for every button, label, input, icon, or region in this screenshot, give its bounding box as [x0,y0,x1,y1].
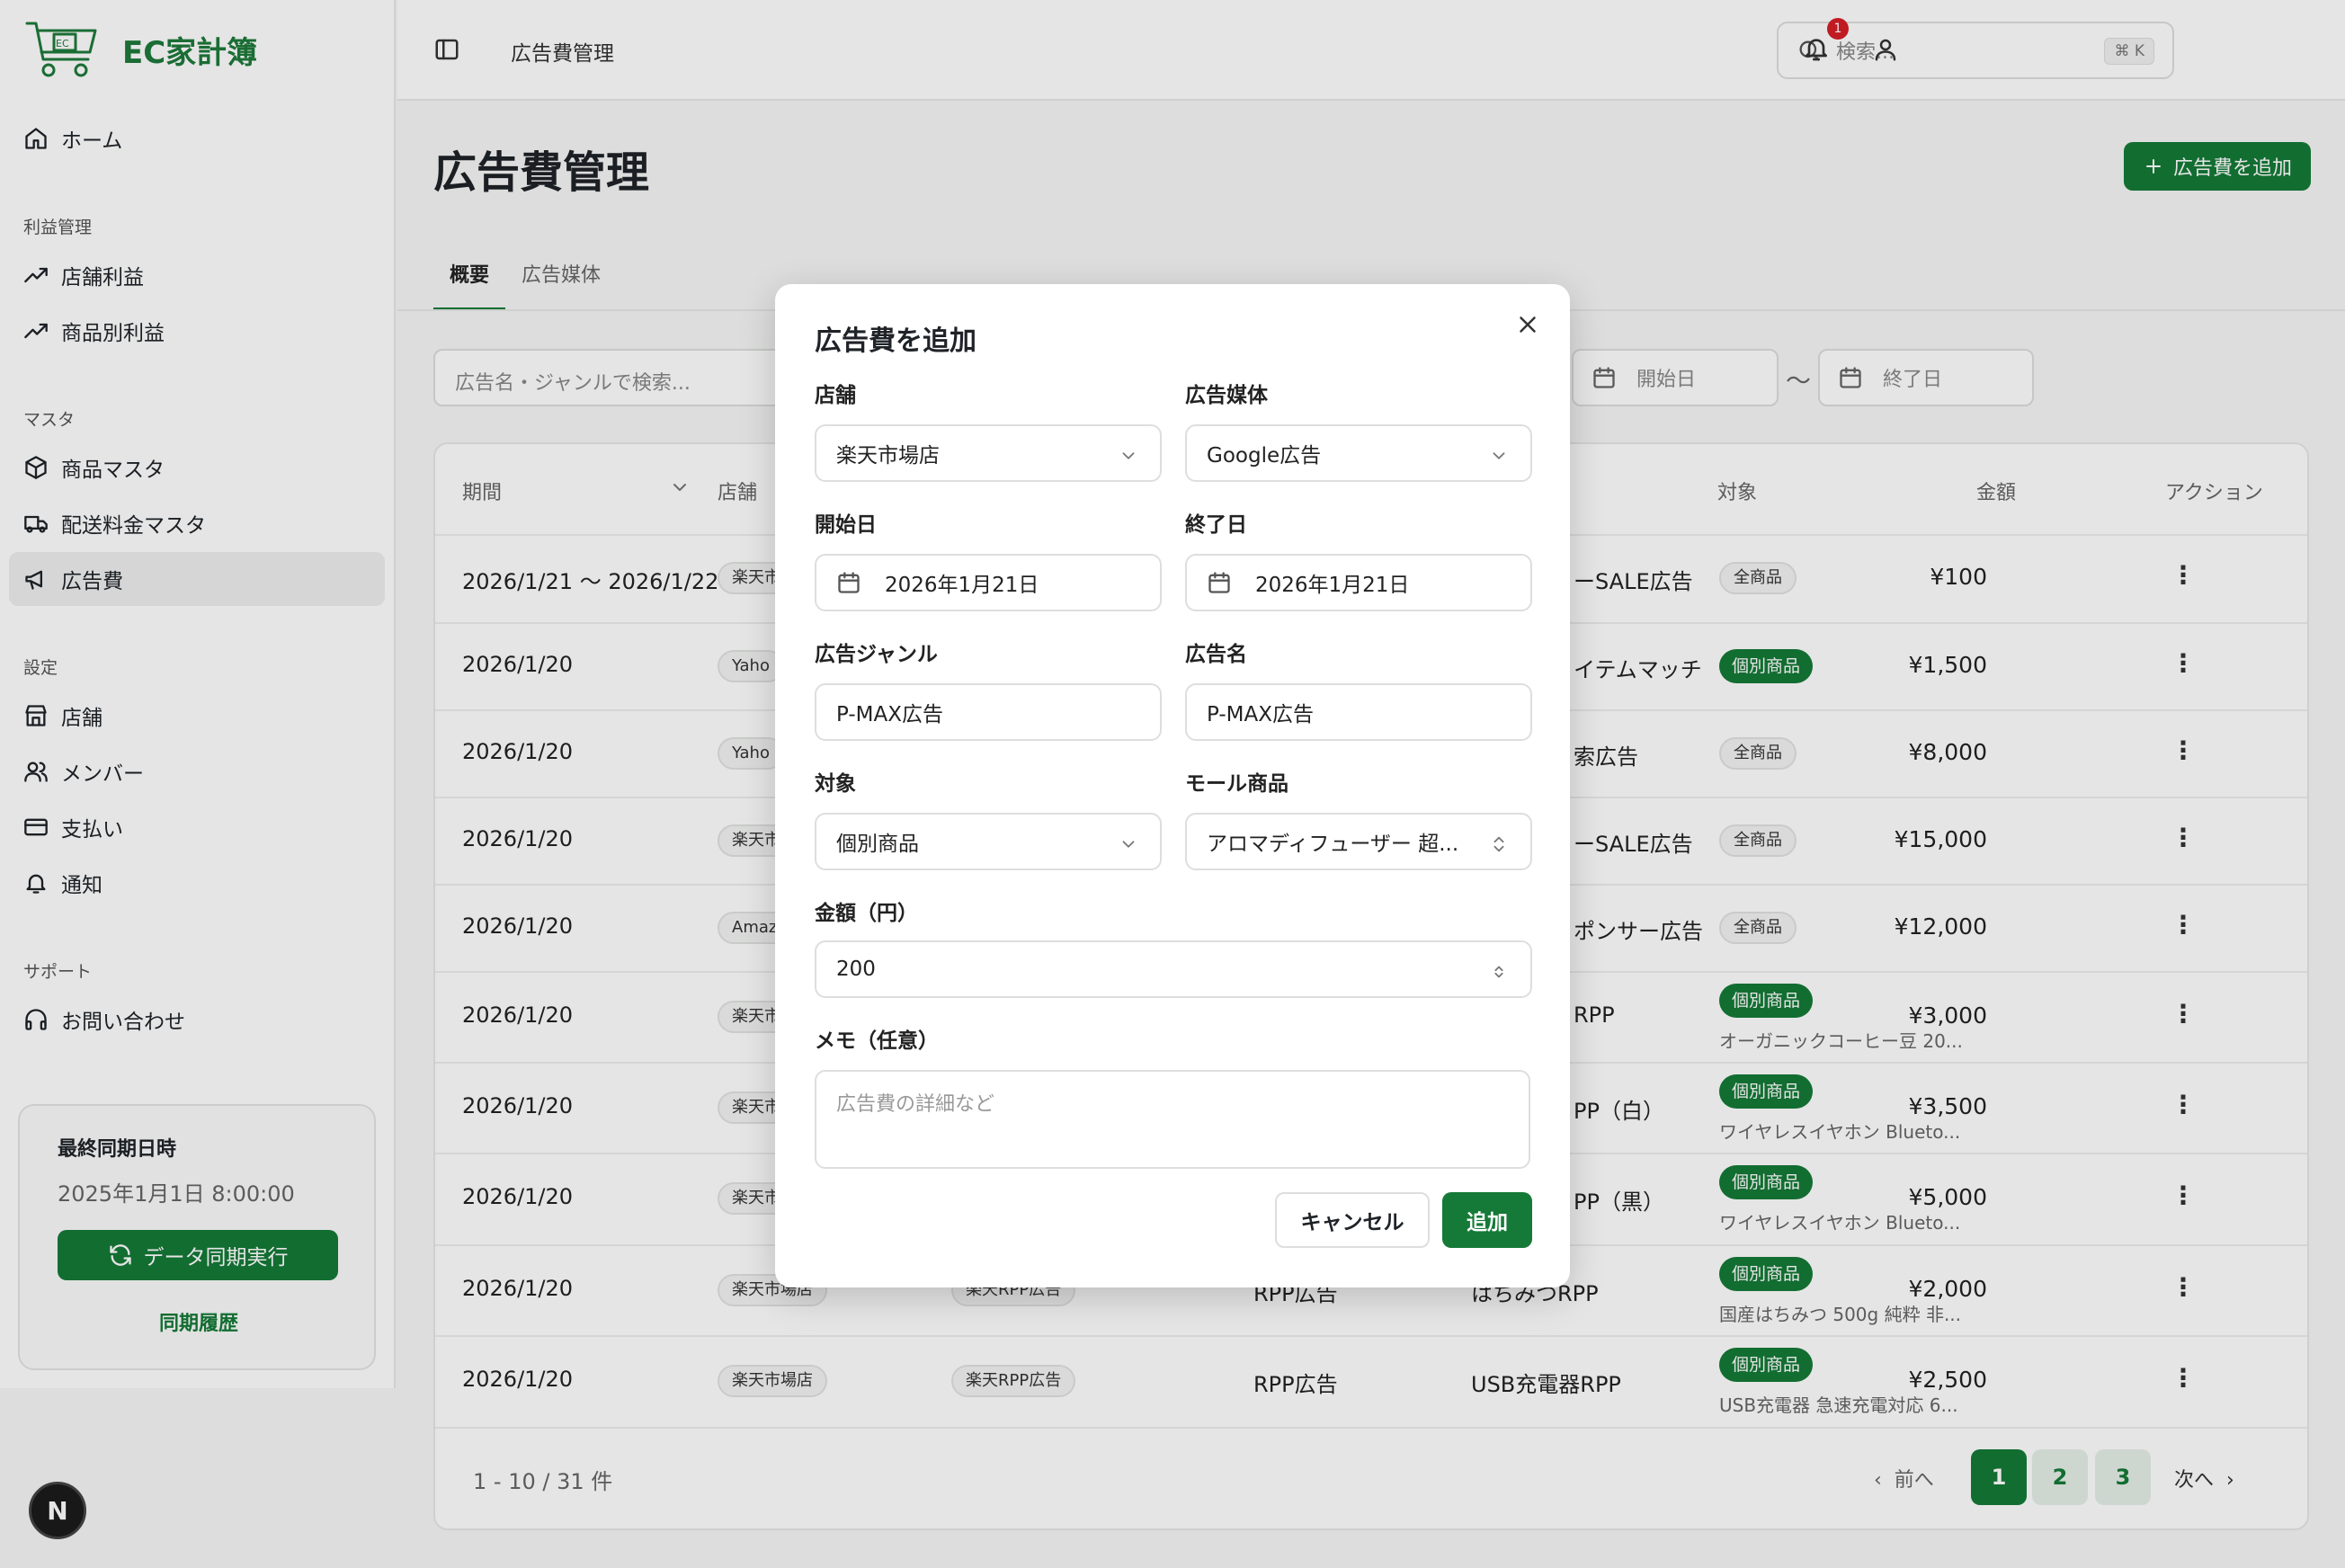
ad-genre-input[interactable]: P-MAX広告 [815,683,1162,741]
amount-label: 金額（円） [815,902,918,925]
ad-name-label: 広告名 [1185,643,1247,666]
start-date-picker[interactable]: 2026年1月21日 [815,554,1162,611]
calendar-icon [1208,572,1230,593]
target-value: 個別商品 [836,833,919,856]
end-date-value: 2026年1月21日 [1255,574,1410,597]
ad-name-input[interactable]: P-MAX広告 [1185,683,1532,741]
mall-product-value: アロマディフューザー 超... [1207,833,1459,856]
close-icon[interactable] [1514,311,1541,338]
amount-value: 200 [836,958,876,981]
number-spinner-icon[interactable] [1489,962,1509,982]
dialog-title: 広告費を追加 [815,325,976,357]
memo-label: メモ（任意） [815,1029,939,1053]
add-ad-cost-dialog: 広告費を追加 店舗 楽天市場店 広告媒体 Google広告 開始日 2026年1… [775,284,1570,1287]
chevron-down-icon [1122,841,1135,848]
mall-product-label: モール商品 [1185,772,1288,796]
ad-medium-label: 広告媒体 [1185,384,1268,407]
end-date-label: 終了日 [1185,513,1247,537]
start-date-label: 開始日 [815,513,877,537]
mall-product-combobox[interactable]: アロマディフューザー 超... [1185,813,1532,870]
chevron-down-icon [1493,452,1505,459]
target-select[interactable]: 個別商品 [815,813,1162,870]
submit-button[interactable]: 追加 [1442,1192,1532,1248]
ad-genre-label: 広告ジャンル [815,643,938,666]
store-label: 店舗 [815,384,856,407]
ad-name-value: P-MAX広告 [1207,703,1314,726]
amount-input[interactable]: 200 [815,940,1532,998]
store-select[interactable]: 楽天市場店 [815,424,1162,482]
chevron-down-icon [1122,452,1135,459]
start-date-value: 2026年1月21日 [885,574,1039,597]
chevrons-up-down-icon [1493,836,1504,852]
calendar-icon [838,572,860,593]
ad-medium-value: Google広告 [1207,444,1322,468]
ad-medium-select[interactable]: Google広告 [1185,424,1532,482]
end-date-picker[interactable]: 2026年1月21日 [1185,554,1532,611]
ad-genre-value: P-MAX広告 [836,703,943,726]
cancel-button[interactable]: キャンセル [1275,1192,1430,1248]
memo-textarea[interactable]: 広告費の詳細など [815,1070,1530,1169]
target-label: 対象 [815,772,856,796]
store-value: 楽天市場店 [836,444,940,468]
